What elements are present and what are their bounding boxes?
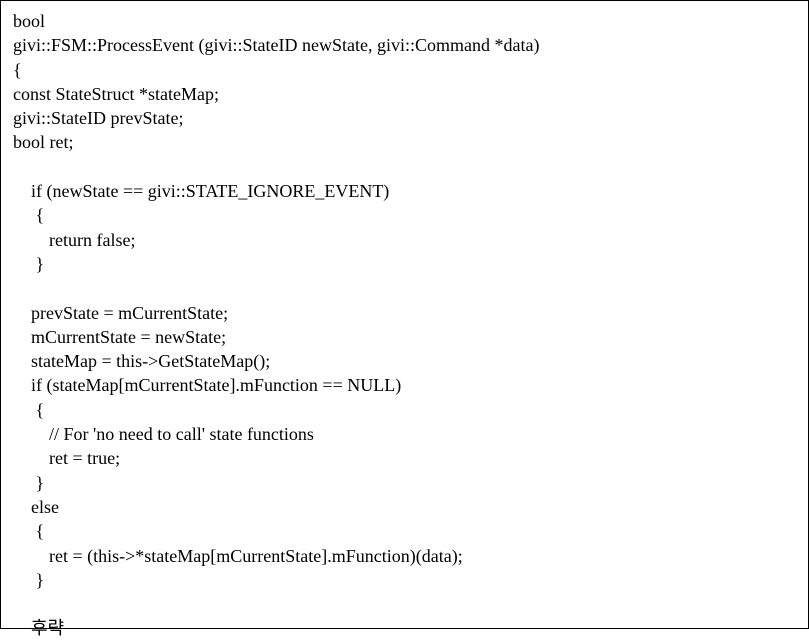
code-block: bool givi::FSM::ProcessEvent (givi::Stat…	[13, 9, 796, 641]
code-frame: bool givi::FSM::ProcessEvent (givi::Stat…	[0, 0, 809, 629]
